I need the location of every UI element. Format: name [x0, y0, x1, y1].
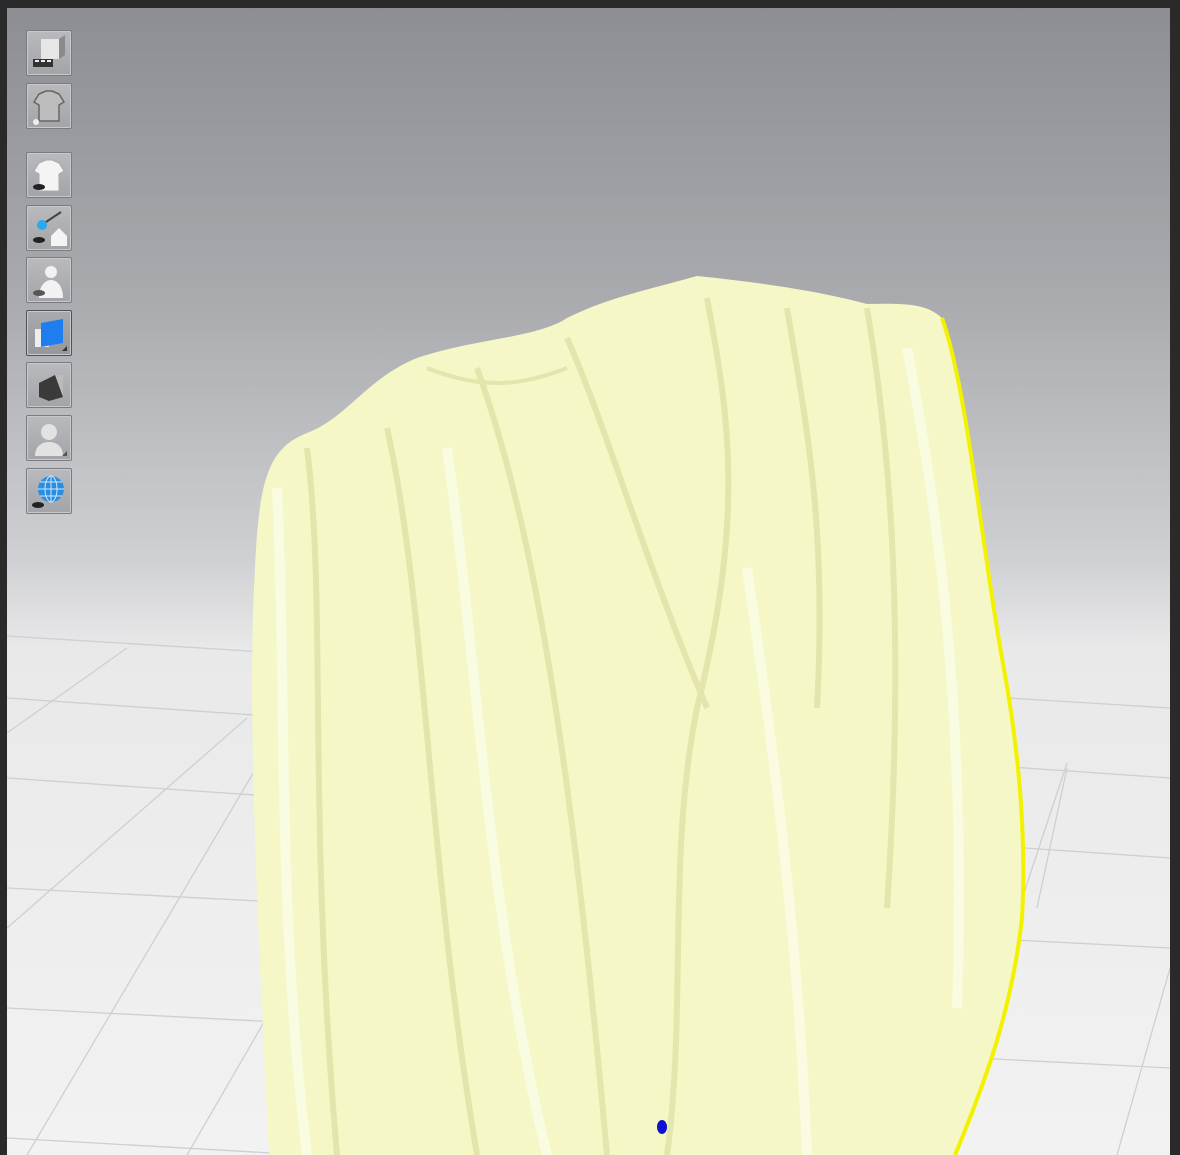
shaded-surface-icon	[39, 375, 63, 401]
show-avatar-icon	[33, 266, 63, 298]
avatar-silhouette-button[interactable]	[26, 415, 72, 461]
3d-viewport[interactable]	[7, 8, 1170, 1155]
texture-surface-button[interactable]	[26, 310, 72, 356]
pin-point	[657, 1120, 667, 1134]
show-garment-button[interactable]	[26, 152, 72, 198]
garment-quality-button[interactable]	[26, 83, 72, 129]
texture-surface-icon	[35, 319, 67, 351]
cloth-garment	[252, 276, 1026, 1155]
garment-quality-icon	[32, 90, 66, 125]
show-mesh-icon	[32, 475, 64, 508]
shaded-surface-button[interactable]	[26, 362, 72, 408]
avatar-silhouette-icon	[35, 424, 67, 456]
scene	[7, 276, 1170, 1155]
show-pins-button[interactable]	[26, 205, 72, 251]
show-avatar-button[interactable]	[26, 257, 72, 303]
show-garment-icon	[33, 159, 65, 192]
show-mesh-button[interactable]	[26, 468, 72, 514]
simulation-scene-icon	[33, 35, 65, 67]
show-pins-icon	[33, 211, 67, 246]
simulation-scene-button[interactable]	[26, 30, 72, 76]
